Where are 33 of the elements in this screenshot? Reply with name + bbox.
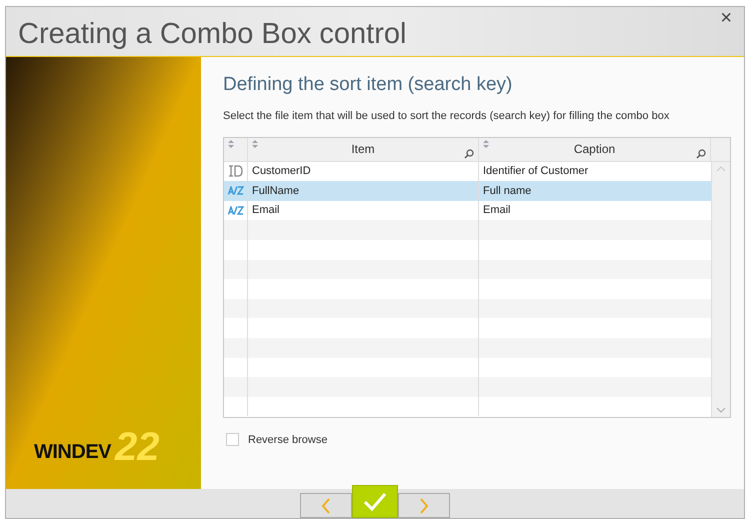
back-button[interactable] — [300, 493, 352, 518]
search-icon[interactable] — [696, 148, 706, 158]
checkbox-label[interactable]: Reverse browse — [248, 432, 328, 448]
check-icon — [363, 492, 387, 512]
id-icon — [226, 164, 244, 178]
sort-arrows-icon[interactable] — [252, 140, 258, 148]
logo-text: WINDEV — [34, 440, 111, 465]
sort-arrows-icon[interactable] — [483, 140, 489, 148]
window-title: Creating a Combo Box control — [18, 17, 406, 52]
table-row[interactable]: FullName Full name — [224, 181, 711, 201]
logo-version: 22 — [115, 427, 160, 467]
table-cell-text: Email — [482, 203, 512, 218]
sort-arrows-icon[interactable] — [228, 140, 234, 148]
scroll-up-icon[interactable] — [716, 166, 726, 172]
table-cell-text: Identifier of Customer — [482, 164, 590, 180]
alphabetical-icon — [228, 206, 244, 216]
finish-button[interactable] — [352, 485, 398, 518]
page-heading: Defining the sort item (search key) — [223, 73, 514, 97]
chevron-right-icon — [419, 498, 429, 514]
close-button[interactable]: × — [712, 8, 740, 28]
table-row[interactable]: CustomerID Identifier of Customer — [224, 162, 711, 182]
table-cell-text: Full name — [482, 184, 532, 199]
column-header[interactable]: Caption — [479, 138, 711, 160]
search-icon[interactable] — [464, 148, 474, 158]
chevron-left-icon — [321, 498, 331, 514]
next-button[interactable] — [398, 493, 450, 518]
scrollbar[interactable] — [711, 162, 730, 416]
table-row[interactable]: Email Email — [224, 200, 711, 220]
checkbox[interactable] — [226, 433, 239, 446]
alphabetical-icon — [228, 186, 244, 196]
column-header[interactable]: Item — [248, 138, 479, 160]
scroll-down-icon[interactable] — [716, 406, 726, 412]
instruction-text: Select the file item that will be used to sort the records (search key) for filling the combo box — [223, 108, 670, 124]
